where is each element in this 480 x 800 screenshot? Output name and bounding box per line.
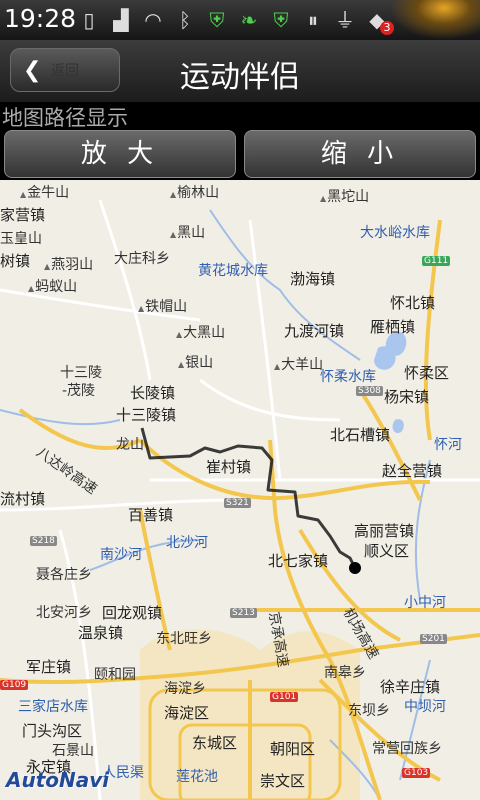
road-shield: S218 xyxy=(30,536,57,546)
road-shield: G111 xyxy=(422,256,451,266)
map-label: 小中河 xyxy=(404,595,446,611)
map-label: 长陵镇 xyxy=(130,384,176,402)
security-icon: ⛨ xyxy=(273,8,289,32)
map-view[interactable]: 金牛山 榆林山 黑坨山 家营镇 玉皇山 黑山 大水峪水库 大庄科乡 黄花城水库 … xyxy=(0,180,480,800)
road-shield: G109 xyxy=(0,680,29,690)
pause-icon: ⏸ xyxy=(308,8,318,32)
map-label: 南皋乡 xyxy=(324,665,366,681)
map-label: 大羊山 xyxy=(274,354,323,374)
current-position-marker xyxy=(349,562,361,574)
map-label: 百善镇 xyxy=(128,506,174,524)
road-shield: S213 xyxy=(230,608,257,618)
page-title: 运动伴侣 xyxy=(180,60,300,95)
map-label: 朝阳区 xyxy=(270,740,316,758)
reservoir xyxy=(374,346,396,370)
map-label: 东北旺乡 xyxy=(156,631,212,647)
zoom-out-button[interactable]: 缩 小 xyxy=(244,130,476,178)
notification-icon: ◆ 3 xyxy=(366,9,394,35)
river xyxy=(0,409,121,426)
map-label: 北石槽镇 xyxy=(330,426,391,444)
status-time: 19:28 xyxy=(4,4,77,33)
shield-plus-icon: ⛨ xyxy=(209,8,225,32)
section-label: 地图路径显示 xyxy=(2,106,128,130)
map-label: 大庄科乡 xyxy=(114,251,170,267)
map-label: 聂各庄乡 xyxy=(36,567,92,583)
map-label: 北七家镇 xyxy=(268,552,329,570)
map-label: 铁帽山 xyxy=(138,296,187,316)
map-label: 军庄镇 xyxy=(26,658,72,676)
map-label: 崔村镇 xyxy=(206,458,252,476)
pea-icon: ❧ xyxy=(240,8,258,32)
map-label: 常营回族乡 xyxy=(372,741,442,757)
map-label: 三家店水库 xyxy=(18,699,88,715)
map-label: 怀柔区 xyxy=(404,364,450,382)
map-label: 南沙河 xyxy=(100,547,142,563)
battery-icon: ▯ xyxy=(83,8,95,32)
map-label: 徐辛庄镇 xyxy=(380,678,441,696)
wifi-icon: ◠ xyxy=(144,8,162,32)
map-label: -茂陵 xyxy=(62,383,96,399)
map-label: 东城区 xyxy=(192,734,238,752)
bluetooth-icon: ᛒ xyxy=(179,8,191,32)
map-label: 怀北镇 xyxy=(390,294,436,312)
map-label: 顺义区 xyxy=(364,542,410,560)
road-shield: G101 xyxy=(270,692,299,702)
map-label: 温泉镇 xyxy=(78,624,124,642)
map-label: 流村镇 xyxy=(0,490,46,508)
map-label: 北沙河 xyxy=(166,535,208,551)
map-label: 金牛山 xyxy=(20,182,69,202)
map-label: 十三陵 xyxy=(60,365,102,381)
map-label: 十三陵镇 xyxy=(116,406,177,424)
map-label: 杨宋镇 xyxy=(384,388,430,406)
title-bar: ❮ 返回 运动伴侣 xyxy=(0,40,480,103)
map-label: 回龙观镇 xyxy=(102,604,163,622)
map-label: 银山 xyxy=(178,352,213,372)
map-label: 黑山 xyxy=(170,222,205,242)
map-label: 榆林山 xyxy=(170,182,219,202)
map-label: 燕羽山 xyxy=(44,254,93,274)
map-label: 崇文区 xyxy=(260,772,306,790)
signal-icon: ▟ xyxy=(113,8,129,32)
map-provider-logo: AutoNavi xyxy=(6,768,110,792)
map-label: 蚂蚁山 xyxy=(28,276,77,296)
map-label: 门头沟区 xyxy=(22,722,83,740)
map-label: 黄花城水库 xyxy=(198,263,268,279)
zoom-in-button[interactable]: 放 大 xyxy=(4,130,236,178)
map-label: 海淀乡 xyxy=(164,681,206,697)
usb-icon: ⏚ xyxy=(335,8,355,32)
map-label: 颐和园 xyxy=(94,667,136,683)
road-shield: G103 xyxy=(402,768,431,778)
map-label: 黑坨山 xyxy=(320,186,369,206)
status-glow xyxy=(390,0,480,40)
map-label: 中坝河 xyxy=(404,699,446,715)
map-label: 玉皇山 xyxy=(0,231,42,247)
map-label: 树镇 xyxy=(0,252,31,270)
road-shield: S308 xyxy=(356,386,383,396)
map-label: 渤海镇 xyxy=(290,270,336,288)
map-label: 怀河 xyxy=(434,437,462,453)
map-label: 北安河乡 xyxy=(36,605,92,621)
map-label: 海淀区 xyxy=(164,704,210,722)
status-icons: ▯ ▟ ◠ ᛒ ⛨ ❧ ⛨ ⏸ ⏚ ◆ 3 xyxy=(78,6,394,35)
map-label: 大水峪水库 xyxy=(360,225,430,241)
road-shield: S201 xyxy=(420,634,447,644)
map-label: 赵全营镇 xyxy=(382,462,443,480)
map-label: 怀柔水库 xyxy=(320,369,376,385)
map-label: 大黑山 xyxy=(176,322,225,342)
map-label: 东坝乡 xyxy=(348,703,390,719)
reservoir xyxy=(392,419,404,434)
road-shield: S321 xyxy=(224,498,251,508)
map-label: 雁栖镇 xyxy=(370,318,416,336)
map-label: 高丽营镇 xyxy=(354,522,415,540)
map-label: 九渡河镇 xyxy=(284,322,345,340)
map-label: 龙山 xyxy=(116,437,144,453)
status-bar: 19:28 ▯ ▟ ◠ ᛒ ⛨ ❧ ⛨ ⏸ ⏚ ◆ 3 xyxy=(0,0,480,40)
map-controls: 地图路径显示 放 大 缩 小 xyxy=(0,102,480,180)
map-label: 家营镇 xyxy=(0,206,46,224)
map-label: 莲花池 xyxy=(176,769,218,785)
